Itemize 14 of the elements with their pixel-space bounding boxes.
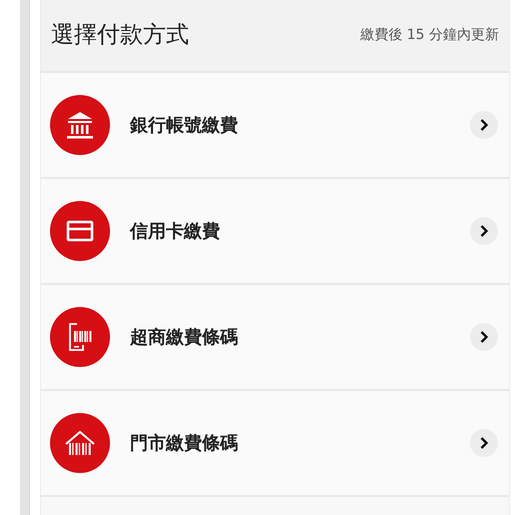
method-label: 門市繳費條碼 xyxy=(130,432,239,456)
update-note: 繳費後 15 分鐘內更新 xyxy=(360,26,499,45)
credit-card-icon xyxy=(50,201,110,261)
page-title: 選擇付款方式 xyxy=(51,21,189,50)
phone-barcode-icon xyxy=(50,307,110,367)
method-label: 超商繳費條碼 xyxy=(130,326,239,350)
bank-icon xyxy=(50,95,110,155)
store-barcode-icon xyxy=(50,413,110,473)
chevron-right-icon xyxy=(470,111,498,139)
method-label: 信用卡繳費 xyxy=(130,220,221,244)
chevron-right-icon xyxy=(470,323,498,351)
chevron-right-icon xyxy=(470,429,498,457)
chevron-right-icon xyxy=(470,217,498,245)
method-label: 銀行帳號繳費 xyxy=(130,114,239,138)
